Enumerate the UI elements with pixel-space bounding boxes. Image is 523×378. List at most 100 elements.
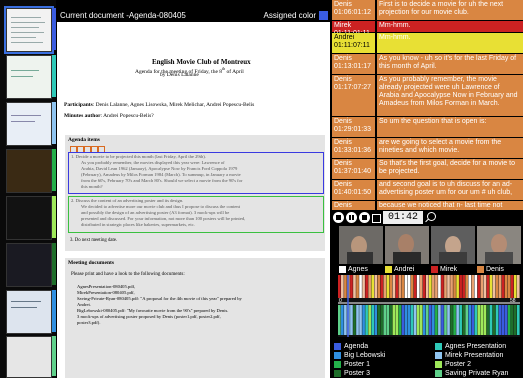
document-activity-bar <box>419 305 423 335</box>
transcript-row[interactable]: Denis 01:06:01:12 First is to decide a mov… <box>331 0 523 20</box>
document-link[interactable]: MirekPresentation-080405.pdf, <box>77 290 135 295</box>
item2-line: distributed in strategic places like bak… <box>81 222 195 227</box>
speaker-activity-bar <box>416 275 420 298</box>
camera-mirek[interactable] <box>431 226 475 264</box>
utterance-time: 01:13:01:17 <box>334 63 371 70</box>
document-activity-bar <box>371 305 374 335</box>
document-activity-bar <box>450 305 453 335</box>
item1-line: from the 60's, February 70's and March 8… <box>81 178 243 183</box>
thumbnail-saving-private-ryan[interactable] <box>6 336 52 378</box>
transcript-row[interactable]: Mirek01:11:01:11Mm-hmm. <box>331 21 523 37</box>
thumbnail-color-agenda <box>52 8 56 50</box>
speaker-activity-bar <box>383 275 387 298</box>
speaker-activity-bar <box>356 275 359 298</box>
speaker-activity-bar <box>483 275 487 298</box>
speaker-name: Denis <box>334 55 352 62</box>
thumbnail-color-mirek <box>52 102 56 144</box>
legend-swatch <box>334 361 341 368</box>
transcript-utterance: As you know - uh so it's for the last Fr… <box>377 54 523 74</box>
camera-andrei[interactable] <box>385 226 429 264</box>
thumbnail-big-lebowski[interactable] <box>6 290 52 334</box>
transcript-speaker: Denis 01:17:07:27 <box>332 75 375 116</box>
document-activity-bar <box>456 305 459 335</box>
document-activity-bar <box>368 305 371 335</box>
document-activity-bar <box>432 305 435 335</box>
transcript-row[interactable]: Denis 01:17:07:27 As you probably remember… <box>331 75 523 116</box>
camera-denis[interactable] <box>477 226 521 264</box>
record-toggle[interactable] <box>372 214 381 223</box>
step-button[interactable] <box>359 212 370 223</box>
transcript-row[interactable]: Denis 01:13:01:17 As you know - uh so it's… <box>331 54 523 74</box>
document-activity-bar <box>407 305 411 335</box>
document-activity-bar <box>468 305 472 335</box>
document-link[interactable]: AgnesPresentation-080405.pdf, <box>77 284 135 289</box>
utterance-time: 01:40:01:50 <box>334 189 371 196</box>
agenda-item-2-highlight[interactable]: 2. Discuss the content of an advertising… <box>68 196 324 233</box>
item1-line: this month? <box>81 184 103 189</box>
document-link[interactable]: 3 mock-ups of advertising poster propose… <box>77 314 221 319</box>
document-activity-bar <box>353 305 356 335</box>
thumbnail-poster-2[interactable] <box>6 196 52 240</box>
legend-label: Big Lebowski <box>344 352 386 359</box>
transcript-utterance: As you probably remember, the movie alre… <box>377 75 523 116</box>
speaker-activity-bar <box>498 275 502 298</box>
thumbnail-agenda[interactable] <box>4 6 54 54</box>
camera-label-mirek: Mirek <box>431 265 475 274</box>
stop-button[interactable] <box>333 212 344 223</box>
speaker-activity-bar <box>395 275 399 298</box>
speaker-activity-bar <box>413 275 417 298</box>
speaker-activity-bar <box>516 275 520 298</box>
transcript-row[interactable]: Denis 01:29:01:33 So um the question that … <box>331 117 523 137</box>
document-activity-bar <box>362 305 365 335</box>
speaker-activity-bar <box>447 275 450 298</box>
speaker-name: Denis <box>334 202 352 209</box>
thumbnail-poster-1[interactable] <box>6 149 52 193</box>
transcript-row[interactable]: Denis 01:33:01:36 are we going to select a… <box>331 138 523 158</box>
document-activity-bar <box>462 305 465 335</box>
speaker-activity-bar <box>453 275 456 298</box>
document-activity-bar <box>471 305 475 335</box>
legend-label: Mirek Presentation <box>445 352 504 359</box>
transcript-speaker: Andrei 01:11:07:11 <box>332 33 375 53</box>
utterance-time: 01:29:01:33 <box>334 126 371 133</box>
transcript-speaker: Denis 01:40:01:50 <box>332 180 375 200</box>
document-activity-bar <box>386 305 390 335</box>
transcript-row[interactable]: Denis 01:37:01:40 So that's the first goal… <box>331 159 523 179</box>
speaker-activity-bar <box>438 275 441 298</box>
thumbnail-color-poster3 <box>52 243 56 285</box>
speaker-activity-bar <box>504 275 508 298</box>
thumbnail-poster-3[interactable] <box>6 243 52 287</box>
document-legend: Agenda Agnes Presentation Big Lebowski Mire… <box>331 340 523 378</box>
document-activity-bar <box>383 305 387 335</box>
document-page[interactable]: English Movie Club of Montreux Agenda fo… <box>57 22 330 378</box>
utterance-time: 01:37:01:40 <box>334 168 371 175</box>
document-activity-bar <box>341 305 344 335</box>
item1-line: Arabia, David Lean 1962 (January), Apoca… <box>81 166 238 171</box>
legend-swatch <box>435 352 442 359</box>
speaker-name: Denis <box>334 139 352 146</box>
speaker-activity-bar <box>435 275 438 298</box>
transcript-row[interactable]: Andrei 01:11:07:11 Mm-hmm. <box>331 33 523 53</box>
pause-button[interactable] <box>346 212 357 223</box>
document-link: Andrei. <box>77 302 91 307</box>
transcript-row[interactable]: Denis 01:40:01:50 and second goal is to uh… <box>331 180 523 200</box>
speaker-activity-bar <box>344 275 347 298</box>
transcript-panel[interactable]: Denis 01:06:01:12 First is to decide a mov… <box>331 0 523 222</box>
document-link[interactable]: BigLebowski-080405.pdf: "My favourite mo… <box>77 308 228 313</box>
document-activity-bar <box>489 305 493 335</box>
timeline-svg[interactable]: 0 58 <box>338 275 520 337</box>
document-link[interactable]: Saving-Private-Ryan-080405.pdf: "A propo… <box>77 296 242 301</box>
speaker-name: Mirek <box>334 22 352 29</box>
transcript-speaker: Denis 01:33:01:36 <box>332 138 375 158</box>
thumbnail-agnes-presentation[interactable] <box>6 55 52 99</box>
document-header: Current document -Agenda-080405 Assigned… <box>57 10 330 21</box>
document-activity-bar <box>495 305 499 335</box>
document-activity-bar <box>477 305 481 335</box>
doc-title: English Movie Club of Montreux <box>152 58 251 66</box>
thumbnail-mirek-presentation[interactable] <box>6 102 52 146</box>
speaker-activity-bar <box>432 275 435 298</box>
agenda-item-1-highlight[interactable]: 1. Decide a movie to be projected this m… <box>68 152 324 194</box>
meeting-timeline[interactable]: 0 58 <box>338 275 520 337</box>
camera-agnes[interactable] <box>339 226 383 264</box>
transcript-utterance: are we going to select a movie from the … <box>377 138 523 158</box>
